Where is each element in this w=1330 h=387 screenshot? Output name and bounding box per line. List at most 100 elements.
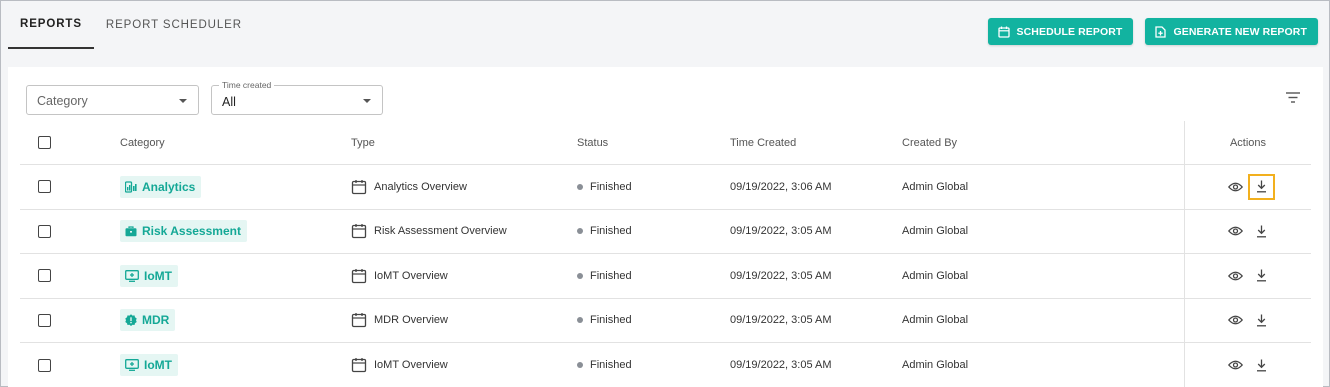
download-report-button[interactable]	[1248, 352, 1275, 378]
status-dot-icon	[577, 183, 583, 190]
top-actions: SCHEDULE REPORT GENERATE NEW REPORT	[987, 18, 1318, 45]
category-chip-label: IoMT	[144, 358, 172, 373]
generate-new-report-button[interactable]: GENERATE NEW REPORT	[1145, 18, 1318, 45]
calendar-icon	[351, 224, 367, 239]
status-text: Finished	[590, 314, 632, 327]
download-icon	[1256, 359, 1266, 372]
app-frame: REPORTS REPORT SCHEDULER SCHEDULE REPORT…	[0, 0, 1330, 387]
time-created: 09/19/2022, 3:05 AM	[730, 269, 832, 282]
column-header-created-by[interactable]: Created By	[902, 121, 957, 164]
table-row: Analytics Analytics Overview Finished 09…	[20, 165, 1311, 210]
mdr-badge-icon	[125, 314, 137, 327]
calendar-icon	[351, 358, 367, 373]
calendar-icon	[351, 179, 367, 194]
table-row: IoMT IoMT Overview Finished 09/19/2022, …	[20, 343, 1311, 387]
eye-icon	[1228, 271, 1243, 281]
download-icon	[1256, 225, 1266, 238]
row-checkbox[interactable]	[38, 358, 51, 372]
download-report-button[interactable]	[1248, 263, 1275, 289]
new-document-icon	[1155, 25, 1167, 38]
category-chip-label: Analytics	[142, 179, 196, 194]
time-created: 09/19/2022, 3:06 AM	[730, 180, 832, 193]
download-icon	[1256, 269, 1266, 282]
category-chip[interactable]: Risk Assessment	[120, 220, 247, 243]
column-header-type[interactable]: Type	[351, 121, 375, 164]
time-created-legend: Time created	[219, 80, 275, 90]
report-type: Analytics Overview	[374, 180, 467, 193]
time-created-select[interactable]: Time created All	[211, 80, 383, 115]
category-chip[interactable]: IoMT	[120, 354, 178, 377]
select-all-checkbox[interactable]	[38, 136, 51, 149]
column-header-time-created[interactable]: Time Created	[730, 121, 796, 164]
tab-report-scheduler[interactable]: REPORT SCHEDULER	[94, 1, 254, 49]
filter-list-icon[interactable]	[1286, 92, 1300, 103]
report-type: IoMT Overview	[374, 269, 448, 282]
column-header-category[interactable]: Category	[120, 121, 165, 164]
status-dot-icon	[577, 228, 583, 235]
tab-reports[interactable]: REPORTS	[8, 1, 94, 49]
iomt-monitor-icon	[125, 359, 139, 372]
view-report-button[interactable]	[1228, 357, 1244, 373]
calendar-icon	[351, 268, 367, 283]
category-chip-label: Risk Assessment	[142, 224, 241, 239]
table-row: Risk Assessment Risk Assessment Overview…	[20, 210, 1311, 254]
view-report-button[interactable]	[1228, 268, 1244, 284]
category-chip[interactable]: MDR	[120, 309, 176, 332]
download-icon	[1256, 180, 1266, 193]
analytics-icon	[125, 181, 137, 193]
row-checkbox[interactable]	[38, 224, 51, 238]
view-report-button[interactable]	[1228, 223, 1244, 239]
schedule-report-button[interactable]: SCHEDULE REPORT	[987, 18, 1134, 45]
eye-icon	[1228, 315, 1243, 325]
created-by: Admin Global	[902, 225, 969, 238]
row-checkbox[interactable]	[38, 313, 51, 327]
status-text: Finished	[590, 225, 632, 238]
status-text: Finished	[590, 359, 632, 372]
status-dot-icon	[577, 317, 583, 324]
chevron-down-icon	[363, 99, 371, 103]
column-header-actions: Actions	[1229, 136, 1267, 149]
tab-bar: REPORTS REPORT SCHEDULER	[8, 1, 254, 49]
category-chip-label: IoMT	[144, 268, 172, 283]
created-by: Admin Global	[902, 269, 969, 282]
category-filter-placeholder: Category	[37, 94, 88, 108]
status-dot-icon	[577, 272, 583, 279]
calendar-icon	[351, 313, 367, 328]
created-by: Admin Global	[902, 314, 969, 327]
category-chip-label: MDR	[142, 313, 170, 328]
created-by: Admin Global	[902, 359, 969, 372]
row-checkbox[interactable]	[38, 269, 51, 283]
briefcase-icon	[125, 226, 137, 237]
view-report-button[interactable]	[1228, 179, 1244, 195]
reports-card: Category Time created All Category Type …	[8, 67, 1323, 387]
download-report-button[interactable]	[1247, 173, 1275, 200]
time-created: 09/19/2022, 3:05 AM	[730, 314, 832, 327]
table-row: IoMT IoMT Overview Finished 09/19/2022, …	[20, 254, 1311, 299]
view-report-button[interactable]	[1228, 312, 1244, 328]
report-type: Risk Assessment Overview	[374, 225, 507, 238]
reports-table: Category Type Status Time Created Create…	[20, 121, 1311, 387]
eye-icon	[1228, 182, 1243, 192]
time-created: 09/19/2022, 3:05 AM	[730, 359, 832, 372]
calendar-icon	[997, 26, 1010, 38]
chevron-down-icon	[179, 99, 187, 103]
time-created: 09/19/2022, 3:05 AM	[730, 225, 832, 238]
table-row: MDR MDR Overview Finished 09/19/2022, 3:…	[20, 299, 1311, 343]
status-text: Finished	[590, 180, 632, 193]
time-created-value: All	[222, 95, 236, 109]
download-report-button[interactable]	[1248, 218, 1275, 244]
status-text: Finished	[590, 269, 632, 282]
category-chip[interactable]: Analytics	[120, 175, 202, 198]
category-filter-select[interactable]: Category	[26, 85, 199, 115]
created-by: Admin Global	[902, 180, 969, 193]
download-report-button[interactable]	[1248, 307, 1275, 333]
schedule-report-label: SCHEDULE REPORT	[1016, 25, 1123, 38]
generate-new-report-label: GENERATE NEW REPORT	[1173, 25, 1307, 38]
column-header-status[interactable]: Status	[577, 121, 608, 164]
table-header-row: Category Type Status Time Created Create…	[20, 121, 1311, 165]
category-chip[interactable]: IoMT	[120, 264, 178, 287]
report-type: MDR Overview	[374, 314, 448, 327]
iomt-monitor-icon	[125, 269, 139, 282]
download-icon	[1256, 314, 1266, 327]
row-checkbox[interactable]	[38, 180, 51, 194]
